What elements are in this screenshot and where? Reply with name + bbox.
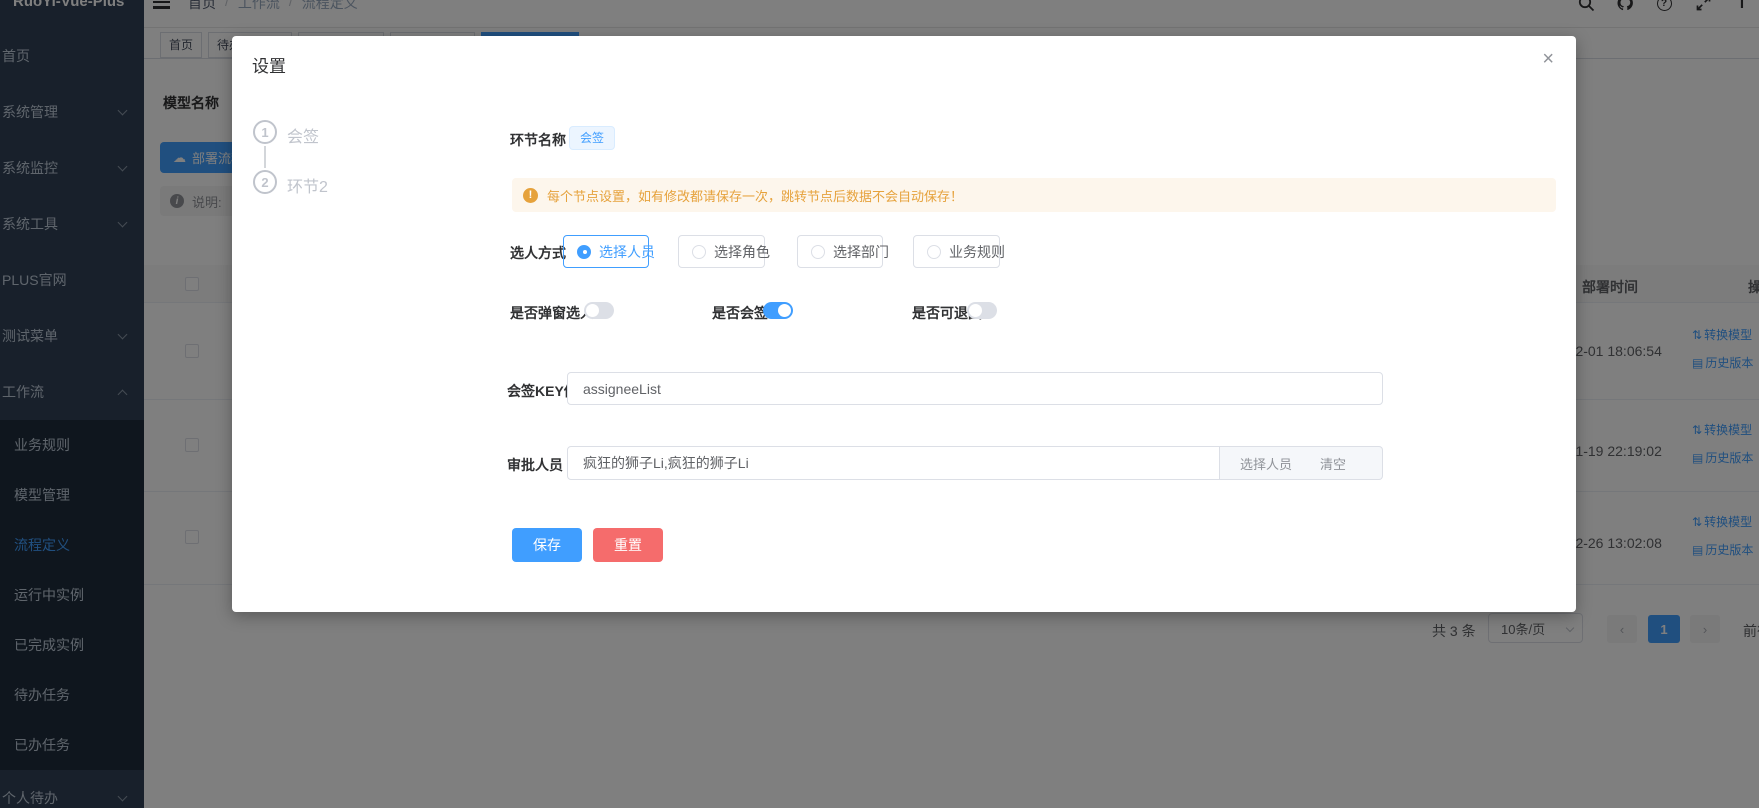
clear-button[interactable]: 清空 [1320, 454, 1346, 473]
warning-icon: ! [523, 188, 538, 203]
close-icon[interactable]: × [1542, 49, 1554, 69]
approver-label: 审批人员 [507, 455, 563, 475]
app-root: RuoYi-Vue-Plus 首页 系统管理 系统监控 系统工具 PLUS官网 … [0, 0, 1759, 808]
countersign-toggle[interactable] [763, 302, 793, 319]
dialog-title: 设置 [252, 52, 286, 77]
returnable-toggle[interactable] [967, 302, 997, 319]
popup-select-label: 是否弹窗选人 [510, 303, 594, 323]
radio-icon [577, 245, 591, 259]
settings-dialog: 设置 × 1 会签 2 环节2 环节名称 会签 ! 每个节点设置，如有修改都请保… [232, 36, 1576, 612]
radio-select-person[interactable]: 选择人员 [563, 235, 649, 268]
radio-icon [692, 245, 706, 259]
radio-select-dept[interactable]: 选择部门 [797, 235, 883, 268]
step-1-label[interactable]: 会签 [287, 123, 319, 147]
radio-business-rule[interactable]: 业务规则 [913, 235, 1000, 268]
radio-icon [811, 245, 825, 259]
step-2-label[interactable]: 环节2 [287, 173, 328, 197]
reset-button[interactable]: 重置 [593, 528, 663, 562]
select-mode-label: 选人方式 [510, 243, 566, 263]
warning-text: 每个节点设置，如有修改都请保存一次，跳转节点后数据不会自动保存！ [547, 186, 963, 205]
countersign-label: 是否会签 [712, 303, 768, 323]
node-name-tag: 会签 [569, 126, 615, 150]
radio-select-role[interactable]: 选择角色 [678, 235, 765, 268]
select-person-button[interactable]: 选择人员 [1240, 454, 1292, 473]
step-1-circle[interactable]: 1 [253, 120, 277, 144]
step-2-circle[interactable]: 2 [253, 170, 277, 194]
popup-select-toggle[interactable] [584, 302, 614, 319]
countersign-key-input[interactable] [567, 372, 1383, 405]
save-button[interactable]: 保存 [512, 528, 582, 562]
step-connector [264, 146, 266, 168]
warning-alert: ! 每个节点设置，如有修改都请保存一次，跳转节点后数据不会自动保存！ [512, 178, 1556, 212]
radio-icon [927, 245, 941, 259]
approver-input[interactable] [567, 446, 1220, 480]
approver-append-group: 选择人员 清空 [1220, 446, 1383, 480]
node-name-label: 环节名称 [510, 130, 566, 150]
